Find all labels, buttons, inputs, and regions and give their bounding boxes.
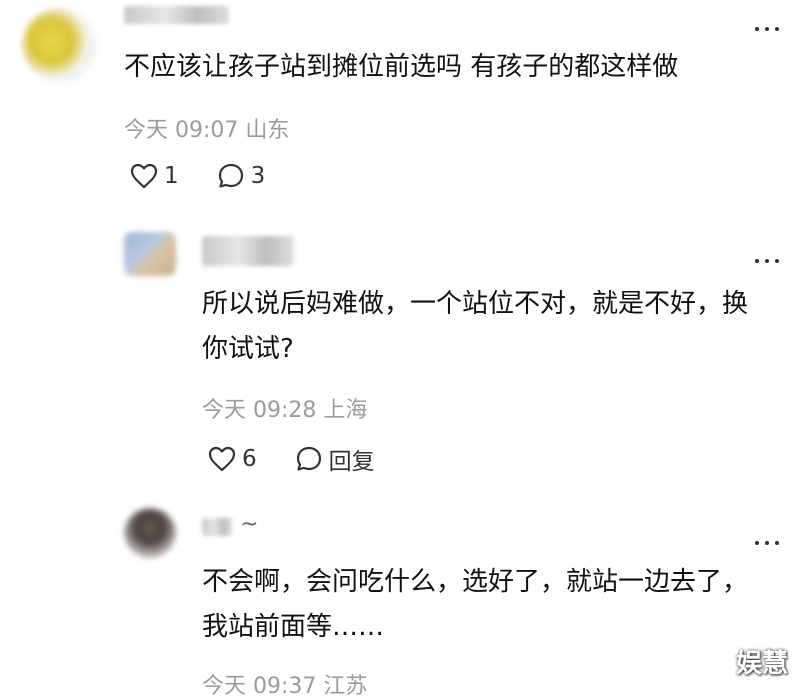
username[interactable] bbox=[202, 236, 294, 266]
reply-button[interactable]: 回复 bbox=[295, 442, 375, 476]
heart-icon bbox=[130, 163, 158, 189]
avatar[interactable] bbox=[124, 232, 176, 276]
location: 上海 bbox=[323, 398, 368, 423]
name-suffix: ~ bbox=[240, 512, 259, 537]
comment-actions: 1 3 bbox=[130, 162, 303, 190]
reply-button[interactable]: 3 bbox=[217, 162, 266, 190]
comment-icon bbox=[296, 446, 321, 471]
username[interactable] bbox=[202, 518, 232, 536]
comment-text: 不会啊，会问吃什么，选好了，就站一边去了，我站前面等…… bbox=[202, 567, 749, 642]
username[interactable] bbox=[124, 6, 229, 24]
location: 江苏 bbox=[323, 674, 368, 699]
timestamp: 今天 09:37 bbox=[202, 674, 317, 699]
comment-meta: 今天 09:07 山东 bbox=[124, 112, 289, 144]
avatar[interactable] bbox=[22, 8, 96, 82]
comment-actions: 6 回复 bbox=[208, 442, 413, 476]
like-button[interactable]: 6 bbox=[208, 446, 257, 472]
like-count: 6 bbox=[242, 446, 257, 472]
more-icon[interactable] bbox=[752, 246, 782, 268]
comment-meta: 今天 09:28 上海 bbox=[202, 392, 367, 424]
avatar[interactable] bbox=[124, 508, 176, 558]
heart-icon bbox=[208, 446, 236, 472]
watermark: 娱慧 bbox=[735, 649, 788, 679]
more-icon[interactable] bbox=[752, 528, 782, 550]
timestamp: 今天 09:07 bbox=[124, 118, 239, 143]
like-count: 1 bbox=[164, 163, 179, 189]
comment-icon bbox=[218, 163, 243, 188]
comment-text: 不应该让孩子站到摊位前选吗 有孩子的都这样做 bbox=[124, 52, 679, 82]
comment-meta: 今天 09:37 江苏 bbox=[202, 668, 367, 700]
comment-text: 所以说后妈难做，一个站位不对，就是不好，换你试试? bbox=[202, 289, 749, 364]
timestamp: 今天 09:28 bbox=[202, 398, 317, 423]
reply-count: 3 bbox=[250, 163, 266, 189]
like-button[interactable]: 1 bbox=[130, 163, 179, 189]
reply-label: 回复 bbox=[328, 449, 375, 475]
more-icon[interactable] bbox=[752, 14, 782, 36]
location: 山东 bbox=[245, 118, 290, 143]
